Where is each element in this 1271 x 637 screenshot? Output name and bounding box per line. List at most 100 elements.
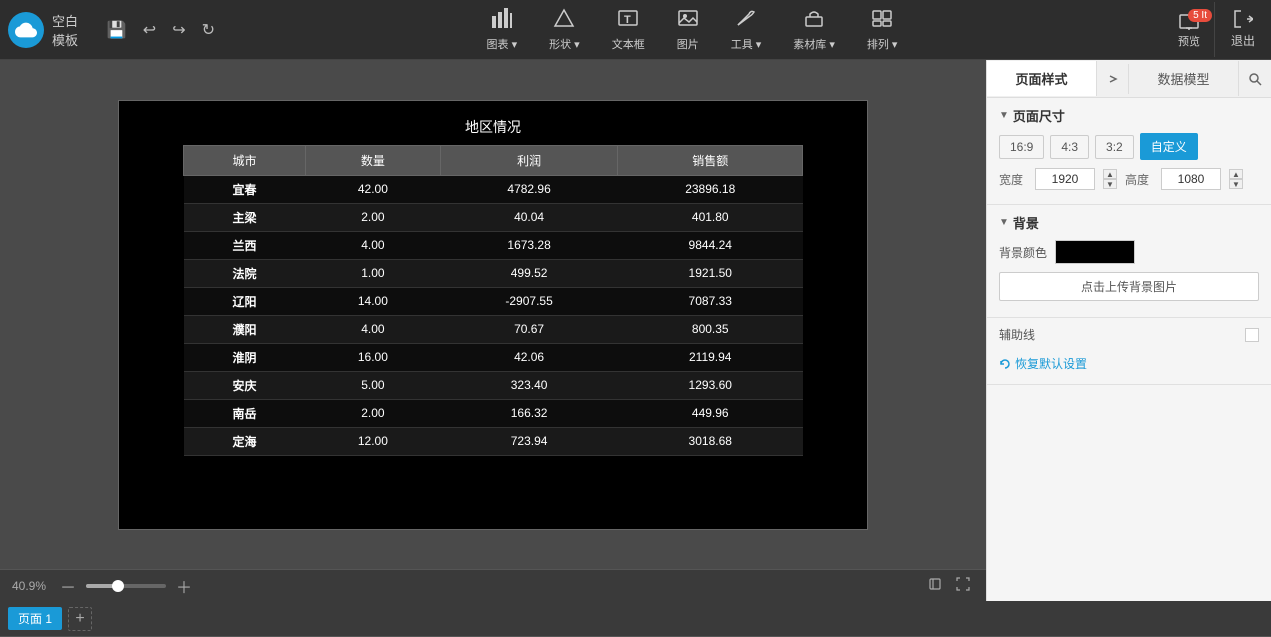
canvas-wrapper: 地区情况 城市 数量 利润 销售额 宜春 42.00 4782.96 23896… <box>0 60 986 569</box>
cell-city: 濮阳 <box>184 315 306 343</box>
cell-sales: 7087.33 <box>618 287 803 315</box>
cell-profit: 1673.28 <box>440 231 618 259</box>
zoom-in-button[interactable]: ＋ <box>172 574 196 598</box>
width-row: 宽度 ▲ ▼ 高度 ▲ ▼ <box>999 168 1259 190</box>
cell-city: 淮阴 <box>184 343 306 371</box>
size-16-9[interactable]: 16:9 <box>999 135 1044 159</box>
cell-city: 安庆 <box>184 371 306 399</box>
data-table: 城市 数量 利润 销售额 宜春 42.00 4782.96 23896.18 主… <box>183 145 803 456</box>
add-page-button[interactable]: + <box>68 607 92 631</box>
cell-qty: 4.00 <box>306 231 441 259</box>
nav-shape[interactable]: 形状 ▾ <box>533 0 596 60</box>
search-icon[interactable] <box>1239 64 1271 94</box>
height-input[interactable] <box>1161 168 1221 190</box>
preview-button[interactable]: 预览 5 It <box>1164 7 1214 53</box>
fullscreen-button[interactable] <box>952 575 974 596</box>
height-label: 高度 <box>1125 171 1153 188</box>
section-auxiliary: 辅助线 恢复默认设置 <box>987 318 1271 385</box>
chart-title: 地区情况 <box>119 117 867 137</box>
cell-city: 法院 <box>184 259 306 287</box>
table-row: 法院 1.00 499.52 1921.50 <box>184 259 803 287</box>
canvas[interactable]: 地区情况 城市 数量 利润 销售额 宜春 42.00 4782.96 23896… <box>118 100 868 530</box>
width-up[interactable]: ▲ <box>1103 169 1117 179</box>
size-presets-row: 16:9 4:3 3:2 自定义 <box>999 133 1259 160</box>
size-custom[interactable]: 自定义 <box>1140 133 1198 160</box>
width-label: 宽度 <box>999 171 1027 188</box>
width-down[interactable]: ▼ <box>1103 179 1117 189</box>
cell-qty: 2.00 <box>306 399 441 427</box>
auxiliary-checkbox[interactable] <box>1245 328 1259 342</box>
height-down[interactable]: ▼ <box>1229 179 1243 189</box>
helper-row: 辅助线 <box>999 326 1259 343</box>
svg-text:T: T <box>624 14 631 26</box>
shape-label: 形状 ▾ <box>549 36 580 52</box>
badge: 5 It <box>1188 9 1212 22</box>
page-size-title: 页面尺寸 <box>1013 106 1065 125</box>
preview-label: 预览 <box>1178 33 1200 49</box>
section-background: ▼ 背景 背景颜色 点击上传背景图片 <box>987 205 1271 318</box>
table-row: 南岳 2.00 166.32 449.96 <box>184 399 803 427</box>
nav-textbox[interactable]: T 文本框 <box>596 0 661 60</box>
tab-data-model[interactable]: 数据模型 <box>1129 61 1239 96</box>
zoom-out-button[interactable]: － <box>56 574 80 598</box>
helper-label: 辅助线 <box>999 326 1035 343</box>
nav-material[interactable]: 素材库 ▾ <box>777 0 851 60</box>
cell-profit: -2907.55 <box>440 287 618 315</box>
width-input[interactable] <box>1035 168 1095 190</box>
canvas-area: 地区情况 城市 数量 利润 销售额 宜春 42.00 4782.96 23896… <box>0 60 986 601</box>
tab-page-style[interactable]: 页面样式 <box>987 61 1097 96</box>
cell-profit: 70.67 <box>440 315 618 343</box>
restore-label: 恢复默认设置 <box>1015 355 1087 372</box>
zoom-slider[interactable] <box>86 584 166 588</box>
cell-city: 主梁 <box>184 203 306 231</box>
refresh-button[interactable]: ↻ <box>197 16 220 44</box>
material-icon <box>803 8 825 32</box>
fit-page-button[interactable] <box>924 575 946 596</box>
exit-button[interactable]: 退出 <box>1214 2 1271 57</box>
cell-city: 定海 <box>184 427 306 455</box>
size-4-3[interactable]: 4:3 <box>1050 135 1089 159</box>
cell-sales: 2119.94 <box>618 343 803 371</box>
image-label: 图片 <box>677 36 699 52</box>
nav-chart[interactable]: 图表 ▾ <box>471 0 534 60</box>
table-row: 宜春 42.00 4782.96 23896.18 <box>184 175 803 203</box>
restore-button[interactable]: 恢复默认设置 <box>999 351 1259 376</box>
cell-sales: 800.35 <box>618 315 803 343</box>
bg-header[interactable]: ▼ 背景 <box>999 213 1259 232</box>
panel-expand-icon[interactable] <box>1097 64 1129 94</box>
page-size-header[interactable]: ▼ 页面尺寸 <box>999 106 1259 125</box>
nav-sort[interactable]: 排列 ▾ <box>851 0 914 60</box>
cell-profit: 723.94 <box>440 427 618 455</box>
page-1-thumb[interactable]: 页面 1 <box>8 607 62 630</box>
width-spinners: ▲ ▼ <box>1103 169 1117 189</box>
zoom-bar: 40.9% － ＋ <box>0 569 986 601</box>
height-up[interactable]: ▲ <box>1229 169 1243 179</box>
save-button[interactable]: 💾 <box>102 16 132 44</box>
bg-color-picker[interactable] <box>1055 240 1135 264</box>
pagebar: 页面 1 + <box>0 601 1271 637</box>
cell-city: 辽阳 <box>184 287 306 315</box>
bg-title: 背景 <box>1013 213 1039 232</box>
topbar-left: 空白模板 💾 ↩ ↪ ↻ <box>0 11 220 49</box>
upload-bg-button[interactable]: 点击上传背景图片 <box>999 272 1259 301</box>
redo-button[interactable]: ↪ <box>167 16 190 44</box>
size-3-2[interactable]: 3:2 <box>1095 135 1134 159</box>
nav-image[interactable]: 图片 <box>661 0 715 60</box>
material-label: 素材库 ▾ <box>793 36 835 52</box>
cell-qty: 16.00 <box>306 343 441 371</box>
shape-icon <box>553 8 575 32</box>
cell-profit: 166.32 <box>440 399 618 427</box>
table-row: 安庆 5.00 323.40 1293.60 <box>184 371 803 399</box>
nav-tool[interactable]: 工具 ▾ <box>715 0 778 60</box>
cell-qty: 4.00 <box>306 315 441 343</box>
cell-profit: 4782.96 <box>440 175 618 203</box>
col-sales: 销售额 <box>618 145 803 175</box>
undo-button[interactable]: ↩ <box>138 16 161 44</box>
cell-sales: 3018.68 <box>618 427 803 455</box>
topbar-actions: 💾 ↩ ↪ ↻ <box>102 16 220 44</box>
table-row: 兰西 4.00 1673.28 9844.24 <box>184 231 803 259</box>
topbar: 空白模板 💾 ↩ ↪ ↻ 图表 ▾ <box>0 0 1271 60</box>
chart-icon <box>491 8 513 32</box>
zoom-value: 40.9% <box>12 579 46 593</box>
chart-label: 图表 ▾ <box>487 36 518 52</box>
